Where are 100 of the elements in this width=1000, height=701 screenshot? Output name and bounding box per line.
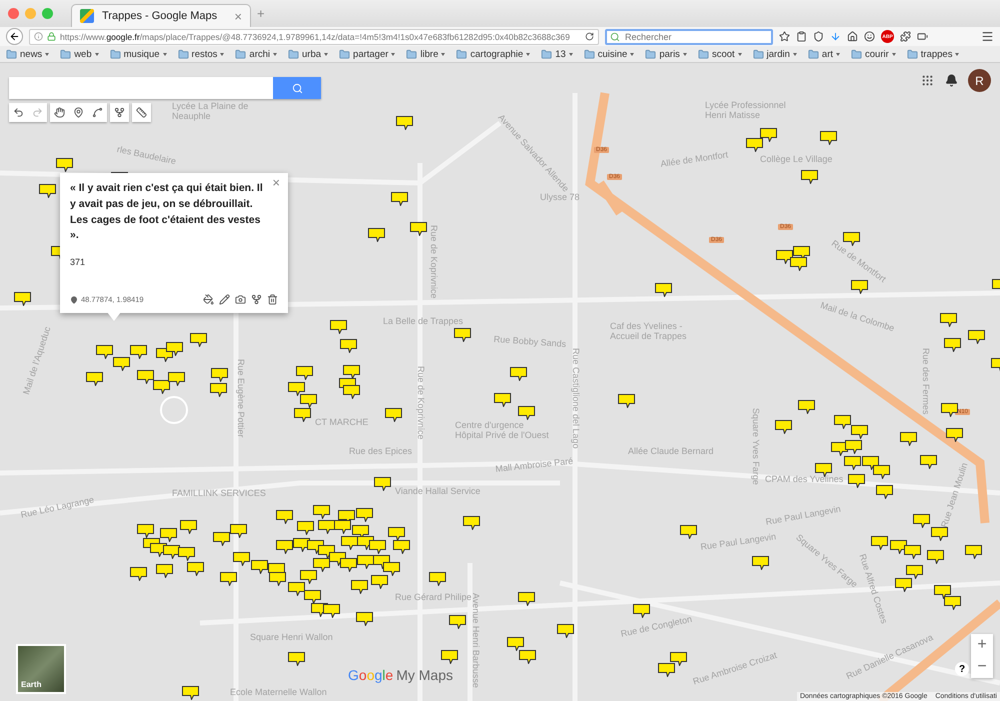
comment-marker-icon[interactable]: [160, 528, 177, 542]
comment-marker-icon[interactable]: [323, 604, 340, 618]
comment-marker-icon[interactable]: [518, 406, 535, 420]
bookmark-folder[interactable]: partager: [339, 48, 396, 60]
comment-marker-icon[interactable]: [873, 465, 890, 479]
comment-marker-icon[interactable]: [900, 432, 917, 446]
comment-marker-icon[interactable]: [934, 585, 951, 599]
comment-marker-icon[interactable]: [340, 339, 357, 353]
bookmark-folder[interactable]: musique: [110, 48, 167, 60]
bell-icon[interactable]: [945, 74, 958, 87]
comment-marker-icon[interactable]: [655, 283, 672, 297]
comment-marker-icon[interactable]: [815, 463, 832, 477]
reload-icon[interactable]: [585, 32, 594, 41]
bookmark-folder[interactable]: jardin: [752, 48, 797, 60]
bookmark-folder[interactable]: archi: [235, 48, 278, 60]
bookmark-folder[interactable]: news: [6, 48, 50, 60]
bookmark-folder[interactable]: urba: [288, 48, 328, 60]
bookmark-folder[interactable]: restos: [178, 48, 224, 60]
comment-marker-icon[interactable]: [39, 184, 56, 198]
comment-marker-icon[interactable]: [820, 131, 837, 145]
comment-marker-icon[interactable]: [313, 505, 330, 519]
account-avatar[interactable]: R: [968, 69, 991, 92]
comment-marker-icon[interactable]: [356, 612, 373, 626]
comment-marker-icon[interactable]: [670, 652, 687, 666]
comment-marker-icon[interactable]: [393, 540, 410, 554]
comment-marker-icon[interactable]: [137, 524, 154, 538]
comment-marker-icon[interactable]: [385, 408, 402, 422]
comment-marker-icon[interactable]: [518, 592, 535, 606]
comment-marker-icon[interactable]: [180, 520, 197, 534]
comment-marker-icon[interactable]: [454, 328, 471, 342]
comment-marker-icon[interactable]: [851, 425, 868, 439]
comment-marker-icon[interactable]: [801, 170, 818, 184]
comment-marker-icon[interactable]: [845, 440, 862, 454]
comment-marker-icon[interactable]: [330, 320, 347, 334]
bookmark-folder[interactable]: cartographie: [456, 48, 530, 60]
comment-marker-icon[interactable]: [220, 572, 237, 586]
bookmark-folder[interactable]: paris: [645, 48, 687, 60]
download-icon[interactable]: [830, 31, 841, 42]
ruler-tool-button[interactable]: [132, 103, 151, 122]
comment-marker-icon[interactable]: [288, 382, 305, 396]
pencil-icon[interactable]: [219, 294, 230, 305]
comment-marker-icon[interactable]: [890, 540, 907, 554]
comment-marker-icon[interactable]: [834, 415, 851, 429]
map-search-field[interactable]: [9, 77, 273, 99]
browser-tab[interactable]: Trappes - Google Maps ×: [71, 4, 251, 27]
comment-marker-icon[interactable]: [844, 456, 861, 470]
comment-marker-icon[interactable]: [233, 552, 250, 566]
comment-marker-icon[interactable]: [752, 556, 769, 570]
comment-marker-icon[interactable]: [276, 540, 293, 554]
comment-marker-icon[interactable]: [775, 420, 792, 434]
comment-marker-icon[interactable]: [340, 558, 357, 572]
search-field[interactable]: Rechercher: [605, 28, 773, 44]
comment-marker-icon[interactable]: [441, 650, 458, 664]
comment-marker-icon[interactable]: [776, 250, 793, 264]
comment-marker-icon[interactable]: [904, 545, 921, 559]
comment-marker-icon[interactable]: [946, 428, 963, 442]
comment-marker-icon[interactable]: [383, 562, 400, 576]
comment-marker-icon[interactable]: [519, 650, 536, 664]
comment-marker-icon[interactable]: [296, 366, 313, 380]
comment-marker-icon[interactable]: [56, 158, 73, 172]
bookmark-folder[interactable]: trappes: [906, 48, 960, 60]
comment-marker-icon[interactable]: [230, 524, 247, 538]
comment-marker-icon[interactable]: [746, 138, 763, 152]
comment-marker-icon[interactable]: [510, 367, 527, 381]
comment-marker-icon[interactable]: [356, 508, 373, 522]
directions-tool-button[interactable]: [110, 103, 129, 122]
comment-marker-icon[interactable]: [351, 580, 368, 594]
comment-marker-icon[interactable]: [449, 615, 466, 629]
bookmark-folder[interactable]: libre: [406, 48, 446, 60]
earth-view-button[interactable]: Earth: [16, 644, 66, 694]
comment-marker-icon[interactable]: [211, 368, 228, 382]
comment-marker-icon[interactable]: [941, 403, 958, 417]
comment-marker-icon[interactable]: [968, 330, 985, 344]
comment-marker-icon[interactable]: [288, 582, 305, 596]
comment-marker-icon[interactable]: [790, 257, 807, 271]
comment-marker-icon[interactable]: [927, 550, 944, 564]
comment-marker-icon[interactable]: [429, 572, 446, 586]
hand-tool-button[interactable]: [50, 103, 69, 122]
bookmark-folder[interactable]: courir: [851, 48, 896, 60]
comment-marker-icon[interactable]: [300, 394, 317, 408]
comment-marker-icon[interactable]: [371, 575, 388, 589]
comment-marker-icon[interactable]: [153, 380, 170, 394]
comment-marker-icon[interactable]: [334, 520, 351, 534]
zoom-in-button[interactable]: +: [971, 634, 993, 656]
comment-marker-icon[interactable]: [156, 564, 173, 578]
battery-icon[interactable]: [917, 31, 928, 42]
comment-marker-icon[interactable]: [895, 578, 912, 592]
comment-marker-icon[interactable]: [396, 116, 413, 130]
comment-marker-icon[interactable]: [210, 383, 227, 397]
paint-bucket-icon[interactable]: [203, 294, 214, 305]
back-button[interactable]: [6, 28, 23, 45]
comment-marker-icon[interactable]: [410, 222, 427, 236]
bookmark-folder[interactable]: cuisine: [584, 48, 634, 60]
comment-marker-icon[interactable]: [633, 604, 650, 618]
comment-marker-icon[interactable]: [680, 525, 697, 539]
comment-marker-icon[interactable]: [300, 570, 317, 584]
smiley-icon[interactable]: [864, 31, 875, 42]
comment-marker-icon[interactable]: [940, 313, 957, 327]
comment-marker-icon[interactable]: [965, 545, 982, 559]
comment-marker-icon[interactable]: [341, 536, 358, 550]
